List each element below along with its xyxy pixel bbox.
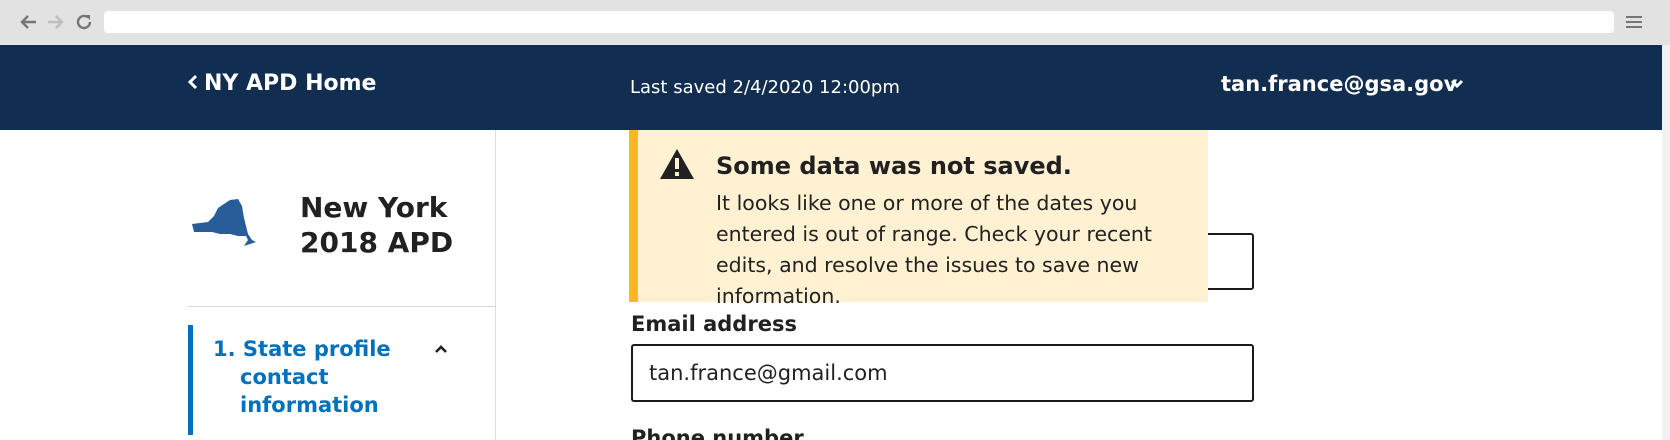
address-bar[interactable] (104, 11, 1614, 33)
chevron-down-icon[interactable] (1447, 74, 1467, 94)
sidebar-item-state-profile[interactable]: 1. State profile contact information (188, 325, 458, 435)
user-menu[interactable]: tan.france@gsa.gov (1221, 72, 1457, 96)
reload-icon[interactable] (72, 10, 96, 34)
sidebar-item-label-line3: information (240, 393, 379, 417)
sidebar-item-label-line2: contact (240, 365, 329, 389)
sidebar-divider (188, 306, 496, 307)
scrollbar[interactable] (1662, 45, 1670, 440)
back-arrow-icon[interactable] (16, 10, 40, 34)
email-field[interactable] (631, 344, 1254, 402)
chevron-left-icon (187, 71, 198, 96)
alert-body: It looks like one or more of the dates y… (716, 191, 1152, 308)
warning-alert: Some data was not saved. It looks like o… (629, 130, 1208, 308)
browser-chrome (0, 0, 1670, 45)
last-saved-status: Last saved 2/4/2020 12:00pm (630, 77, 900, 98)
main-content: Some data was not saved. It looks like o… (497, 130, 1662, 440)
sidebar-item-label-line1: State profile (242, 337, 391, 361)
apd-title: New York 2018 APD (300, 190, 453, 260)
apd-title-year: 2018 APD (300, 226, 454, 259)
forward-arrow-icon[interactable] (44, 10, 68, 34)
email-label: Email address (631, 312, 797, 336)
home-link[interactable]: NY APD Home (187, 71, 377, 96)
warning-icon (659, 148, 695, 180)
apd-title-state: New York (300, 191, 448, 224)
chevron-up-icon[interactable] (433, 341, 449, 357)
user-email: tan.france@gsa.gov (1221, 72, 1458, 96)
new-york-state-icon (190, 196, 260, 252)
sidebar-item-label: 1. State profile contact information (213, 335, 413, 419)
sidebar-item-number: 1. (213, 337, 236, 361)
phone-label: Phone number (631, 426, 804, 440)
sidebar: New York 2018 APD 1. State profile conta… (0, 130, 496, 440)
browser-nav (16, 10, 96, 34)
alert-heading: Some data was not saved. (716, 152, 1072, 180)
menu-icon[interactable] (1624, 12, 1644, 32)
site-header: NY APD Home Last saved 2/4/2020 12:00pm … (0, 45, 1662, 130)
home-link-label: NY APD Home (204, 71, 377, 96)
